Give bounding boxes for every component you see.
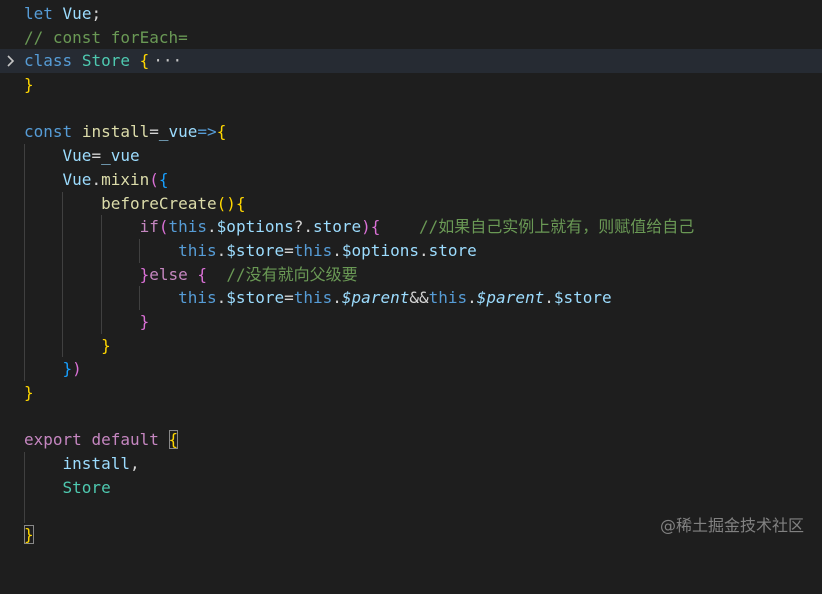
code-line-10[interactable]: if(this.$options?.store){ //如果自己实例上就有，则赋…: [0, 215, 822, 239]
code-line-2[interactable]: // const forEach=: [0, 26, 822, 50]
code-line-21[interactable]: Store: [0, 475, 822, 500]
folded-region-ellipsis[interactable]: ···: [153, 51, 182, 70]
code-line-9[interactable]: beforeCreate(){: [0, 191, 822, 216]
code-line-8[interactable]: Vue.mixin({: [0, 167, 822, 192]
code-line-17[interactable]: }: [0, 381, 822, 405]
code-line-3[interactable]: class Store {···: [0, 49, 822, 74]
comment-self-instance: //如果自己实例上就有，则赋值给自己: [418, 217, 695, 237]
code-line-20[interactable]: install,: [0, 452, 822, 476]
code-line-5[interactable]: [0, 97, 822, 121]
comment-parent: //没有就向父级要: [226, 264, 358, 284]
code-line-15[interactable]: }: [0, 333, 822, 358]
code-editor[interactable]: let Vue; // const forEach= class Store {…: [0, 2, 822, 547]
code-line-7[interactable]: Vue=_vue: [0, 144, 822, 168]
watermark: @稀土掘金技术社区: [659, 516, 804, 535]
chevron-right-icon[interactable]: [4, 49, 18, 73]
code-line-13[interactable]: this.$store=this.$parent&&this.$parent.$…: [0, 286, 822, 310]
code-line-19[interactable]: export default {: [0, 428, 822, 452]
code-line-14[interactable]: }: [0, 309, 822, 334]
code-line-6[interactable]: const install=_vue=>{: [0, 120, 822, 144]
code-line-4[interactable]: }: [0, 73, 822, 97]
code-line-18[interactable]: [0, 405, 822, 429]
comment-foreach: // const forEach=: [24, 27, 188, 47]
code-line-1[interactable]: let Vue;: [0, 2, 822, 26]
code-line-16[interactable]: }): [0, 357, 822, 381]
code-line-11[interactable]: this.$store=this.$options.store: [0, 238, 822, 263]
code-line-12[interactable]: }else { //没有就向父级要: [0, 262, 822, 287]
